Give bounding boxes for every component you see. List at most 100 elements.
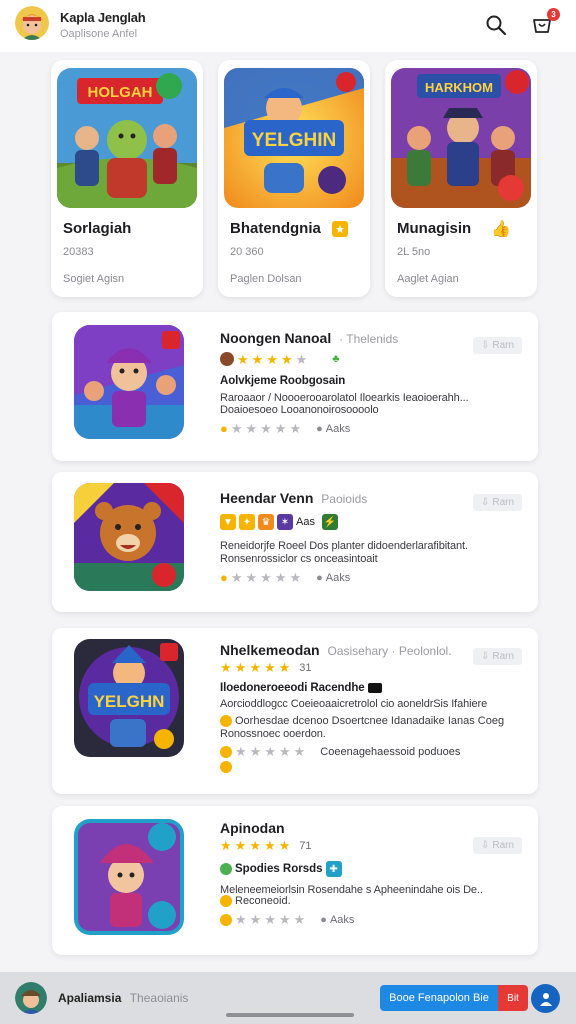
footer-row: ★ ★ ★ ★ ★ ● Aaks xyxy=(220,913,354,926)
download-icon: ⇩ xyxy=(480,497,490,508)
list-item[interactable]: Apinodan ⇩ Rarn ★ ★ ★ ★ ★ 71 Spodies Rorsds … xyxy=(52,806,538,955)
featured-card[interactable]: HOLGAH Sorlagiah 20383 Sogiet Agisn xyxy=(51,60,203,297)
get-button-label: Rarn xyxy=(492,840,515,851)
thumbs-up-icon: 👍 xyxy=(491,221,511,238)
star-icon: ★ xyxy=(249,912,262,927)
star-icon: ★ xyxy=(235,744,247,759)
get-button[interactable]: ⇩ Rarn xyxy=(473,337,522,354)
featured-count: 20 360 xyxy=(230,246,264,258)
star-icon: ★ xyxy=(220,838,232,853)
star-icon: ★ xyxy=(230,570,243,585)
star-icon: ★ xyxy=(230,421,243,436)
get-button[interactable]: ⇩ Rarn xyxy=(473,494,522,511)
list-description: Reneidorjfe Roeel Dos planter didoenderl… xyxy=(220,540,468,552)
list-description-2: Doaioesoeo Looanonoirosoooolo xyxy=(220,404,379,416)
star-icon: ★ xyxy=(274,570,287,585)
category-row: ▼ ✦ ♛ ✶ Aas ⚡ xyxy=(220,514,338,530)
rating-row: ★ ★ ★ ★ ★ ♣ xyxy=(220,352,340,366)
list-item[interactable]: YELGHN Nhelkemeodan Oasisehary · Peolonl… xyxy=(52,628,538,794)
list-item[interactable]: Noongen Nanoal · Thelenids ⇩ Rarn ★ ★ ★ ★ ★ … xyxy=(52,312,538,461)
search-icon xyxy=(486,15,507,36)
footer-text: Aaks xyxy=(329,913,355,926)
featured-tag: Paglen Dolsan xyxy=(230,273,302,285)
category-text: Aas xyxy=(296,516,315,528)
badge-icon xyxy=(220,863,232,875)
get-button-label: Rarn xyxy=(492,651,515,662)
list-headline: Iloedoneroeeodi Racendhe xyxy=(220,682,382,694)
rating-row: ★ ★ ★ ★ ★ 31 xyxy=(220,661,312,674)
user-avatar[interactable] xyxy=(15,982,47,1014)
game-thumbnail: HOLGAH xyxy=(57,68,197,208)
user-name-meta: Theaoianis xyxy=(129,991,189,1005)
plus-icon: ✚ xyxy=(325,861,342,877)
featured-title: Bhatendgnia xyxy=(230,220,321,237)
profile-avatar[interactable] xyxy=(15,6,49,40)
list-headline-text: Iloedoneroeeodi Racendhe xyxy=(220,682,365,694)
footer-text: Aaks xyxy=(325,571,351,584)
featured-tag: Sogiet Agisn xyxy=(63,273,125,285)
footer-row: ● ★ ★ ★ ★ ★ ● Aaks xyxy=(220,422,350,435)
star-icon: ★ xyxy=(245,570,258,585)
list-description-2: Reconeoid. xyxy=(235,895,291,907)
rating-row: ★ ★ ★ ★ ★ 71 xyxy=(220,839,312,852)
bell-icon: ● xyxy=(220,570,228,585)
star-icon: ★ xyxy=(249,744,262,759)
thumb-logo-text: HOLGAH xyxy=(88,84,153,101)
star-icon: ★ xyxy=(249,838,261,853)
secondary-action-button[interactable]: Bit xyxy=(498,985,528,1011)
coin-icon xyxy=(220,761,232,773)
headline-row: Spodies Rorsds ✚ xyxy=(220,861,342,877)
home-indicator[interactable] xyxy=(226,1013,354,1017)
star-icon: ★ xyxy=(278,838,291,853)
list-item[interactable]: Heendar Venn Paoioids ⇩ Rarn ▼ ✦ ♛ ✶ Aas… xyxy=(52,472,538,612)
list-title-text: Nhelkemeodan xyxy=(220,642,320,658)
list-title: Heendar Venn Paoioids xyxy=(220,490,367,506)
account-button[interactable] xyxy=(531,984,560,1013)
featured-card[interactable]: YELGHIN Bhatendgnia 20 360 Paglen Dolsan xyxy=(218,60,370,297)
star-icon: ★ xyxy=(237,351,249,367)
get-button-label: Rarn xyxy=(492,340,515,351)
star-badge-icon xyxy=(332,221,348,237)
category-chip-icon: ♛ xyxy=(258,514,274,530)
bell-icon xyxy=(220,913,232,926)
download-icon: ⇩ xyxy=(480,651,490,662)
category-chip-icon: ⚡ xyxy=(321,514,338,530)
category-chip-icon: ▼ xyxy=(220,514,236,530)
developer-icon xyxy=(220,352,234,366)
search-button[interactable] xyxy=(482,11,510,39)
bell-icon: ● xyxy=(220,421,228,436)
list-title-text: Noongen Nanoal xyxy=(220,330,332,346)
svg-text:YELGHN: YELGHN xyxy=(94,692,165,711)
star-icon: ★ xyxy=(260,570,272,585)
bag-button[interactable]: 3 xyxy=(528,8,560,39)
list-headline: Aolvkjeme Roobgosain xyxy=(220,375,346,387)
list-title-meta: · Thelenids xyxy=(339,332,399,346)
notification-badge: 3 xyxy=(547,8,560,21)
star-icon: ★ xyxy=(274,421,287,436)
list-description-2: Ronsenrossiclor cs onceasintoait xyxy=(220,553,378,565)
game-thumbnail: YELGHN xyxy=(74,639,184,757)
star-icon: ★ xyxy=(264,912,276,927)
category-chip-icon: ✦ xyxy=(239,514,255,530)
featured-card[interactable]: HARKHOM Munagisin 👍 2L 5no Aaglet Agian xyxy=(385,60,537,297)
primary-action-button[interactable]: Booe Fenapolon Bie xyxy=(380,985,498,1011)
get-button-label: Rarn xyxy=(492,497,515,508)
list-title: Nhelkemeodan Oasisehary · Peolonlol. xyxy=(220,642,452,658)
game-thumbnail xyxy=(74,325,184,439)
download-icon: ⇩ xyxy=(480,340,490,351)
thumb-logo-text: HARKHOM xyxy=(425,80,493,95)
star-icon: ★ xyxy=(264,744,276,759)
star-icon: ★ xyxy=(295,351,308,367)
list-description: Aorcioddlogcc Coeieoaaicretrolol cio aon… xyxy=(220,698,488,710)
get-button[interactable]: ⇩ Rarn xyxy=(473,837,522,854)
footer-text: Coeenagehaessoid poduoes xyxy=(320,745,461,758)
detail-row: Reconeoid. xyxy=(220,895,291,907)
list-headline: Spodies Rorsds xyxy=(235,863,323,875)
header-title: Kapla Jenglah xyxy=(60,10,146,25)
star-icon: ★ xyxy=(293,744,306,759)
star-icon: ★ xyxy=(293,912,306,927)
star-icon: ★ xyxy=(278,744,291,759)
bullet-icon xyxy=(220,715,232,727)
star-icon: ★ xyxy=(266,351,278,367)
get-button[interactable]: ⇩ Rarn xyxy=(473,648,522,665)
